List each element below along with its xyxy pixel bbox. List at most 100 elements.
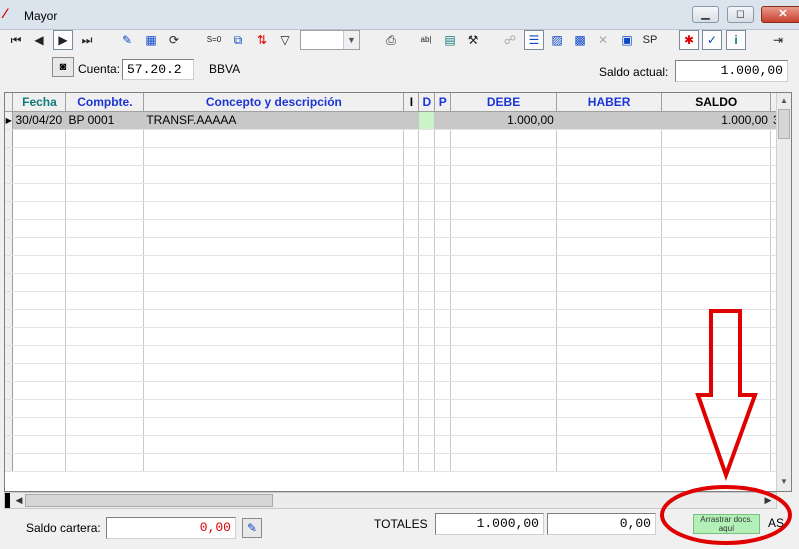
cell-saldo[interactable] [661, 435, 771, 454]
cell-compbte[interactable] [65, 273, 145, 292]
cell-compbte[interactable] [65, 327, 145, 346]
cell-fecha[interactable] [12, 183, 67, 202]
cell-compbte[interactable] [65, 237, 145, 256]
cell-debe[interactable] [450, 417, 557, 436]
exit-button[interactable]: ⇥ [768, 30, 788, 50]
cell-debe[interactable] [450, 381, 557, 400]
table-row[interactable] [5, 291, 791, 310]
cell-saldo[interactable] [661, 453, 771, 472]
cell-concepto[interactable] [143, 327, 405, 346]
cell-debe[interactable] [450, 345, 557, 364]
cell-d[interactable] [418, 237, 436, 256]
cell-i[interactable] [403, 237, 420, 256]
cell-concepto[interactable] [143, 147, 405, 166]
vertical-scrollbar[interactable]: ▲ ▼ [776, 93, 791, 491]
close-button[interactable]: ✕ [761, 6, 799, 23]
table-row[interactable] [5, 129, 791, 148]
cell-saldo[interactable] [661, 165, 771, 184]
vertical-scroll-thumb[interactable] [778, 109, 790, 139]
cell-fecha[interactable] [12, 345, 67, 364]
cell-d[interactable] [418, 327, 436, 346]
cell-compbte[interactable] [65, 381, 145, 400]
cell-debe[interactable] [450, 165, 557, 184]
cell-p[interactable] [434, 219, 452, 238]
cell-fecha[interactable] [12, 273, 67, 292]
filter-button[interactable]: ▽ [275, 30, 295, 50]
cell-haber[interactable] [556, 255, 663, 274]
delete-button[interactable]: ✕ [593, 30, 613, 50]
cell-i[interactable] [403, 129, 420, 148]
sort-button[interactable]: ⇅ [252, 30, 272, 50]
cell-saldo[interactable] [661, 129, 771, 148]
cell-concepto[interactable]: TRANSF.AAAAA [143, 111, 405, 130]
scroll-up-icon[interactable]: ▲ [777, 94, 791, 108]
cell-i[interactable] [403, 327, 420, 346]
cell-compbte[interactable] [65, 165, 145, 184]
cell-p[interactable] [434, 453, 452, 472]
column-header[interactable]: DEBE [450, 93, 557, 112]
cell-compbte[interactable] [65, 435, 145, 454]
table-row[interactable] [5, 147, 791, 166]
refresh-button[interactable]: ⟳ [164, 30, 184, 50]
cell-compbte[interactable] [65, 255, 145, 274]
cell-i[interactable] [403, 219, 420, 238]
cell-i[interactable] [403, 363, 420, 382]
account-code-field[interactable]: 57.20.2 [122, 59, 194, 80]
cell-d[interactable] [418, 363, 436, 382]
mark-button[interactable]: ✱ [679, 30, 699, 50]
cell-saldo[interactable] [661, 255, 771, 274]
cell-i[interactable] [403, 255, 420, 274]
cell-d[interactable] [418, 219, 436, 238]
cell-fecha[interactable] [12, 219, 67, 238]
table-row[interactable] [5, 201, 791, 220]
cell-p[interactable] [434, 255, 452, 274]
cell-saldo[interactable] [661, 237, 771, 256]
cell-haber[interactable] [556, 327, 663, 346]
cell-p[interactable] [434, 399, 452, 418]
cell-fecha[interactable] [12, 453, 67, 472]
maximize-button[interactable]: ◻ [727, 6, 754, 23]
cell-fecha[interactable] [12, 363, 67, 382]
cell-haber[interactable] [556, 291, 663, 310]
cell-debe[interactable] [450, 309, 557, 328]
cell-concepto[interactable] [143, 273, 405, 292]
chart-up-button[interactable]: ▨ [547, 30, 567, 50]
cell-i[interactable] [403, 381, 420, 400]
cell-saldo[interactable] [661, 381, 771, 400]
column-header[interactable]: SALDO [661, 93, 771, 112]
cell-p[interactable] [434, 435, 452, 454]
column-header[interactable]: Fecha [12, 93, 67, 112]
cell-concepto[interactable] [143, 453, 405, 472]
cell-saldo[interactable]: 1.000,00 [661, 111, 771, 130]
toolbar-combo[interactable]: ▼ [300, 30, 360, 50]
cell-concepto[interactable] [143, 417, 405, 436]
cell-haber[interactable] [556, 273, 663, 292]
cell-saldo[interactable] [661, 147, 771, 166]
cell-compbte[interactable] [65, 291, 145, 310]
cell-d[interactable] [418, 453, 436, 472]
cell-saldo[interactable] [661, 201, 771, 220]
cell-p[interactable] [434, 309, 452, 328]
cell-debe[interactable] [450, 453, 557, 472]
column-header[interactable]: P [434, 93, 452, 112]
column-header[interactable]: Compbte. [65, 93, 145, 112]
cell-saldo[interactable] [661, 273, 771, 292]
cell-haber[interactable] [556, 147, 663, 166]
cell-debe[interactable] [450, 183, 557, 202]
cell-d[interactable] [418, 111, 436, 130]
cell-saldo[interactable] [661, 363, 771, 382]
cell-saldo[interactable] [661, 345, 771, 364]
cell-i[interactable] [403, 273, 420, 292]
cell-concepto[interactable] [143, 255, 405, 274]
cell-saldo[interactable] [661, 183, 771, 202]
cell-saldo[interactable] [661, 399, 771, 418]
cell-p[interactable] [434, 363, 452, 382]
last-record-button[interactable]: ⏭ [77, 30, 97, 50]
cell-p[interactable] [434, 345, 452, 364]
cell-fecha[interactable] [12, 417, 67, 436]
sp-button[interactable]: SP [640, 30, 660, 50]
cell-p[interactable] [434, 129, 452, 148]
cell-concepto[interactable] [143, 183, 405, 202]
info-button[interactable]: i [726, 30, 746, 50]
cell-concepto[interactable] [143, 165, 405, 184]
